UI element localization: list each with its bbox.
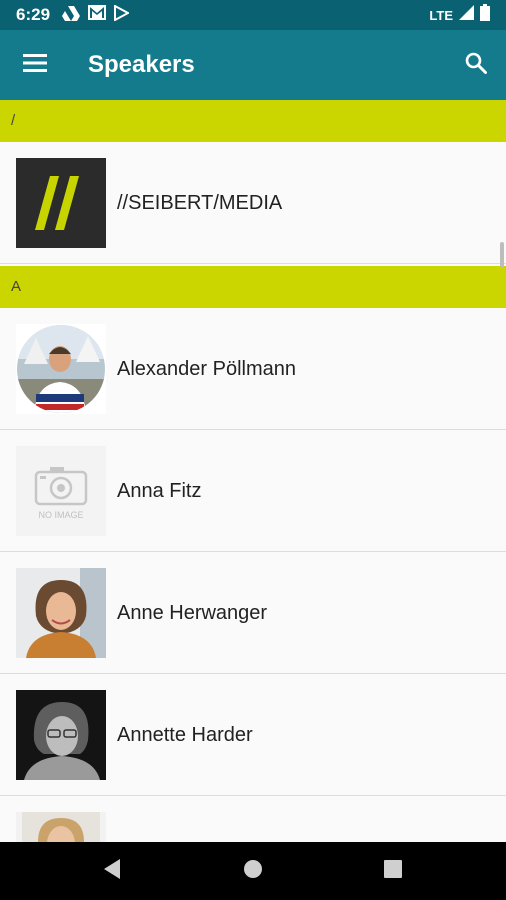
search-icon bbox=[465, 52, 487, 79]
speaker-name: Annette Harder bbox=[117, 724, 253, 746]
signal-icon bbox=[459, 5, 474, 25]
notification-icons bbox=[62, 3, 131, 26]
avatar-photo bbox=[16, 568, 106, 658]
speaker-name: Anne Herwanger bbox=[117, 602, 268, 624]
status-bar: 6:29 LTE bbox=[0, 0, 506, 30]
speaker-name: //SEIBERT/MEDIA bbox=[117, 192, 283, 214]
speaker-row-annette-harder[interactable]: Annette Harder bbox=[0, 674, 506, 796]
avatar-photo bbox=[16, 324, 106, 414]
speaker-row-alexander-poellmann[interactable]: Alexander Pöllmann bbox=[0, 308, 506, 430]
section-header-slash: / bbox=[0, 100, 506, 142]
back-button[interactable] bbox=[82, 842, 142, 900]
speaker-row-anna-fitz[interactable]: NO IMAGE Anna Fitz bbox=[0, 430, 506, 552]
app-bar: Speakers bbox=[0, 30, 506, 100]
drive-icon bbox=[62, 5, 81, 26]
network-label: LTE bbox=[429, 7, 453, 23]
play-store-icon bbox=[114, 3, 131, 26]
avatar-photo bbox=[16, 812, 106, 842]
section-header-a: A bbox=[0, 266, 506, 308]
page-title: Speakers bbox=[88, 51, 195, 78]
home-button[interactable] bbox=[223, 842, 283, 900]
recents-square-icon bbox=[383, 859, 403, 884]
battery-icon bbox=[480, 4, 490, 26]
status-right: LTE bbox=[429, 4, 490, 26]
speaker-list[interactable]: / //SEIBERT/MEDIA A Alexander Pöllmann N… bbox=[0, 100, 506, 842]
gmail-icon bbox=[88, 5, 107, 25]
speaker-name: Alexander Pöllmann bbox=[117, 358, 296, 380]
speaker-row-anne-herwanger[interactable]: Anne Herwanger bbox=[0, 552, 506, 674]
menu-button[interactable] bbox=[0, 30, 70, 100]
avatar-placeholder: NO IMAGE bbox=[16, 446, 106, 536]
home-circle-icon bbox=[242, 858, 264, 885]
speaker-row-seibert-media[interactable]: //SEIBERT/MEDIA bbox=[0, 142, 506, 264]
speaker-row-partial[interactable] bbox=[0, 796, 506, 842]
no-image-label: NO IMAGE bbox=[38, 510, 84, 520]
navigation-bar bbox=[0, 842, 506, 900]
menu-icon bbox=[23, 53, 47, 77]
speaker-name: Anna Fitz bbox=[117, 480, 202, 502]
status-time: 6:29 bbox=[16, 5, 51, 24]
back-triangle-icon bbox=[102, 858, 122, 885]
avatar-logo bbox=[16, 158, 106, 248]
avatar-photo bbox=[16, 690, 106, 780]
search-button[interactable] bbox=[446, 30, 506, 100]
recents-button[interactable] bbox=[363, 842, 423, 900]
scrollbar-thumb[interactable] bbox=[500, 242, 504, 267]
